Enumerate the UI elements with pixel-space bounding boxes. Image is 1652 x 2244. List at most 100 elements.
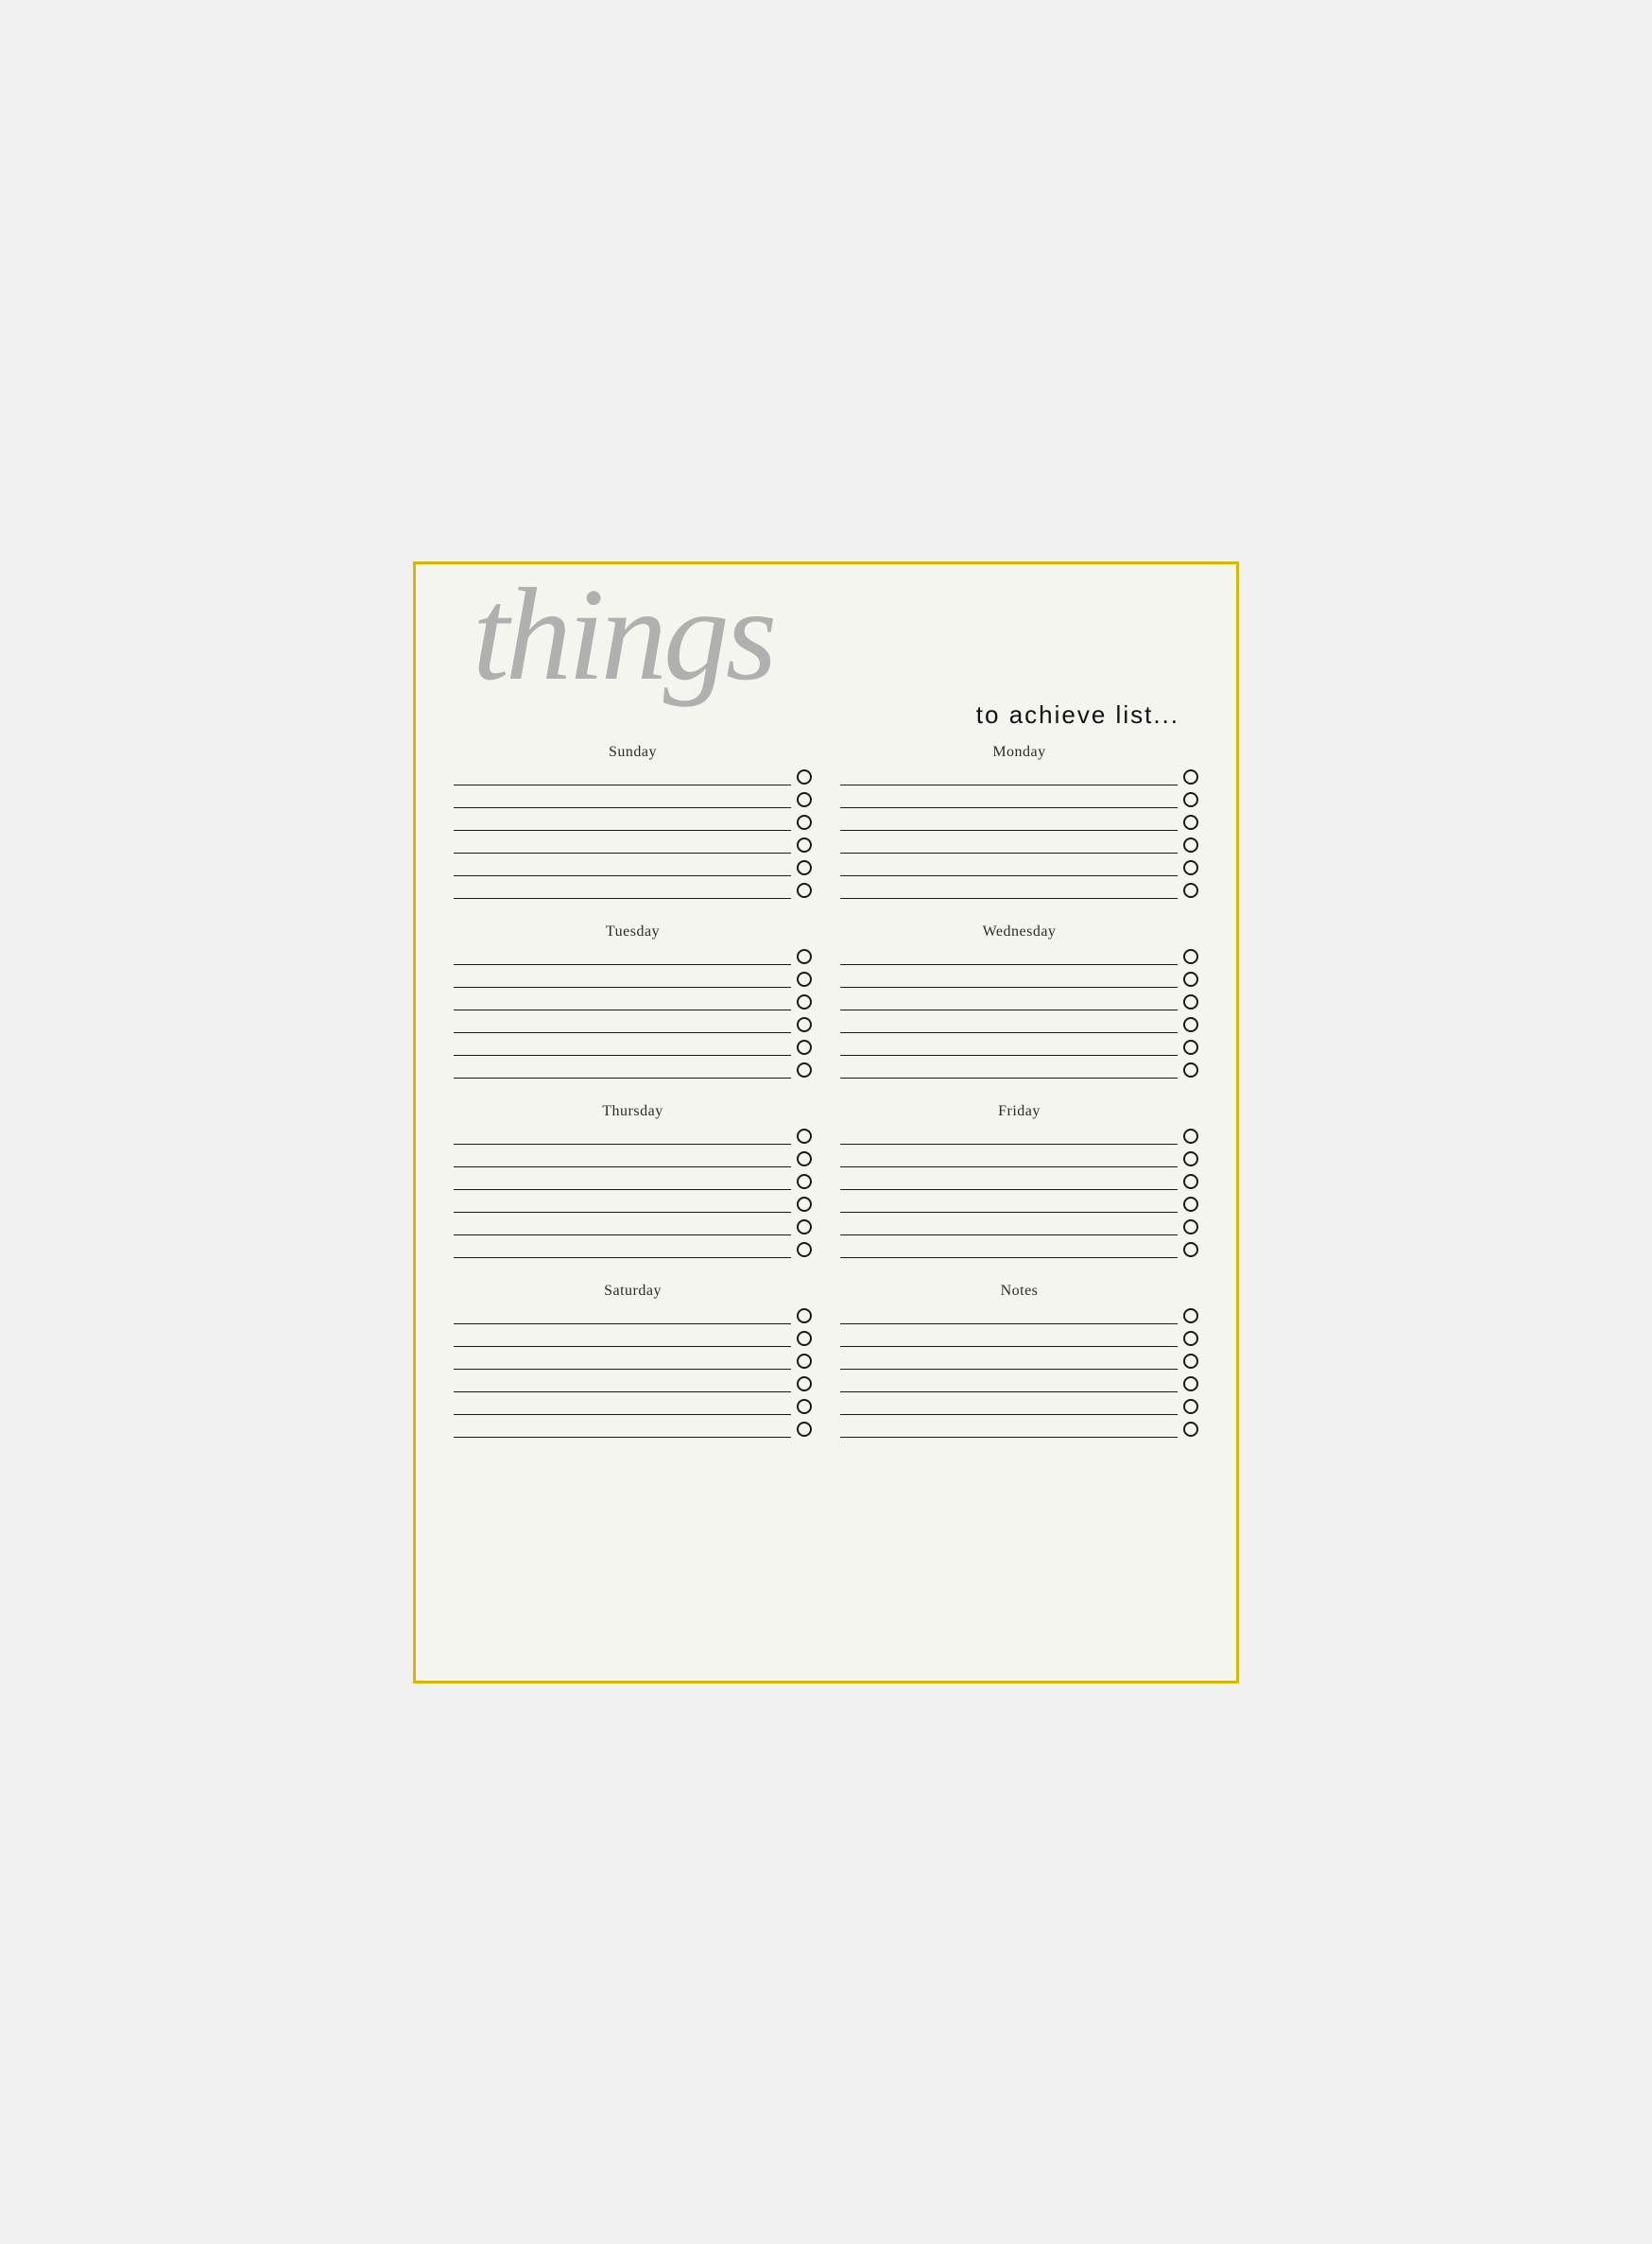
task-checkbox[interactable]: [797, 1331, 812, 1346]
task-line[interactable]: [454, 1421, 791, 1438]
task-checkbox[interactable]: [1183, 1197, 1198, 1212]
task-checkbox[interactable]: [1183, 1017, 1198, 1032]
task-checkbox[interactable]: [1183, 1331, 1198, 1346]
task-checkbox[interactable]: [1183, 815, 1198, 830]
section-sunday: Sunday: [454, 744, 812, 905]
task-checkbox[interactable]: [1183, 1040, 1198, 1055]
task-line[interactable]: [840, 1173, 1178, 1190]
task-checkbox[interactable]: [797, 860, 812, 875]
task-line[interactable]: [840, 1218, 1178, 1235]
task-checkbox[interactable]: [797, 1174, 812, 1189]
task-row: [454, 1398, 812, 1415]
task-line[interactable]: [454, 1150, 791, 1167]
task-checkbox[interactable]: [1183, 1219, 1198, 1234]
task-checkbox[interactable]: [797, 1354, 812, 1369]
task-line[interactable]: [840, 1241, 1178, 1258]
task-line[interactable]: [454, 1330, 791, 1347]
task-checkbox[interactable]: [797, 1129, 812, 1144]
task-line[interactable]: [840, 1330, 1178, 1347]
task-line[interactable]: [840, 1398, 1178, 1415]
task-line[interactable]: [454, 882, 791, 899]
task-checkbox[interactable]: [1183, 1308, 1198, 1323]
task-checkbox[interactable]: [797, 792, 812, 807]
task-line[interactable]: [454, 768, 791, 785]
task-line[interactable]: [454, 1353, 791, 1370]
task-checkbox[interactable]: [797, 1151, 812, 1166]
task-line[interactable]: [454, 1128, 791, 1145]
task-line[interactable]: [840, 1375, 1178, 1392]
task-line[interactable]: [454, 837, 791, 854]
task-checkbox[interactable]: [1183, 949, 1198, 964]
task-line[interactable]: [840, 1039, 1178, 1056]
task-line[interactable]: [454, 1375, 791, 1392]
task-line[interactable]: [454, 971, 791, 988]
task-line[interactable]: [840, 1150, 1178, 1167]
task-checkbox[interactable]: [797, 1017, 812, 1032]
task-checkbox[interactable]: [797, 1197, 812, 1212]
task-checkbox[interactable]: [797, 1399, 812, 1414]
task-line[interactable]: [840, 882, 1178, 899]
task-row: [840, 1375, 1198, 1392]
task-line[interactable]: [840, 1062, 1178, 1079]
task-checkbox[interactable]: [1183, 837, 1198, 853]
task-line[interactable]: [840, 1421, 1178, 1438]
task-checkbox[interactable]: [797, 1376, 812, 1391]
task-line[interactable]: [454, 1062, 791, 1079]
task-line[interactable]: [454, 948, 791, 965]
task-checkbox[interactable]: [1183, 1242, 1198, 1257]
task-line[interactable]: [840, 814, 1178, 831]
task-line[interactable]: [454, 1241, 791, 1258]
task-checkbox[interactable]: [1183, 1376, 1198, 1391]
task-line[interactable]: [840, 1016, 1178, 1033]
task-checkbox[interactable]: [1183, 1062, 1198, 1078]
task-line[interactable]: [840, 859, 1178, 876]
task-checkbox[interactable]: [1183, 1422, 1198, 1437]
task-checkbox[interactable]: [1183, 1399, 1198, 1414]
task-line[interactable]: [454, 1196, 791, 1213]
task-checkbox[interactable]: [797, 883, 812, 898]
task-line[interactable]: [840, 768, 1178, 785]
task-line[interactable]: [840, 1353, 1178, 1370]
task-line[interactable]: [454, 814, 791, 831]
task-line[interactable]: [840, 1128, 1178, 1145]
task-line[interactable]: [454, 993, 791, 1010]
task-line[interactable]: [454, 1016, 791, 1033]
task-checkbox[interactable]: [1183, 1151, 1198, 1166]
task-checkbox[interactable]: [1183, 1129, 1198, 1144]
task-checkbox[interactable]: [797, 1242, 812, 1257]
task-checkbox[interactable]: [797, 1219, 812, 1234]
task-checkbox[interactable]: [1183, 769, 1198, 785]
task-line[interactable]: [840, 837, 1178, 854]
task-checkbox[interactable]: [1183, 1174, 1198, 1189]
task-checkbox[interactable]: [797, 1040, 812, 1055]
task-checkbox[interactable]: [1183, 883, 1198, 898]
task-checkbox[interactable]: [797, 1308, 812, 1323]
task-line[interactable]: [840, 791, 1178, 808]
task-line[interactable]: [454, 1218, 791, 1235]
task-checkbox[interactable]: [797, 972, 812, 987]
task-checkbox[interactable]: [797, 949, 812, 964]
task-line[interactable]: [840, 1307, 1178, 1324]
task-checkbox[interactable]: [797, 815, 812, 830]
task-checkbox[interactable]: [797, 1062, 812, 1078]
task-checkbox[interactable]: [1183, 1354, 1198, 1369]
task-list-tuesday: [454, 948, 812, 1084]
task-line[interactable]: [454, 1173, 791, 1190]
task-line[interactable]: [454, 859, 791, 876]
task-line[interactable]: [840, 993, 1178, 1010]
task-checkbox[interactable]: [797, 837, 812, 853]
task-line[interactable]: [454, 1307, 791, 1324]
task-checkbox[interactable]: [797, 1422, 812, 1437]
task-line[interactable]: [840, 971, 1178, 988]
task-line[interactable]: [840, 948, 1178, 965]
task-checkbox[interactable]: [797, 994, 812, 1010]
task-line[interactable]: [454, 791, 791, 808]
task-line[interactable]: [840, 1196, 1178, 1213]
task-checkbox[interactable]: [1183, 860, 1198, 875]
task-checkbox[interactable]: [1183, 972, 1198, 987]
task-checkbox[interactable]: [1183, 994, 1198, 1010]
task-checkbox[interactable]: [797, 769, 812, 785]
task-line[interactable]: [454, 1039, 791, 1056]
task-line[interactable]: [454, 1398, 791, 1415]
task-checkbox[interactable]: [1183, 792, 1198, 807]
